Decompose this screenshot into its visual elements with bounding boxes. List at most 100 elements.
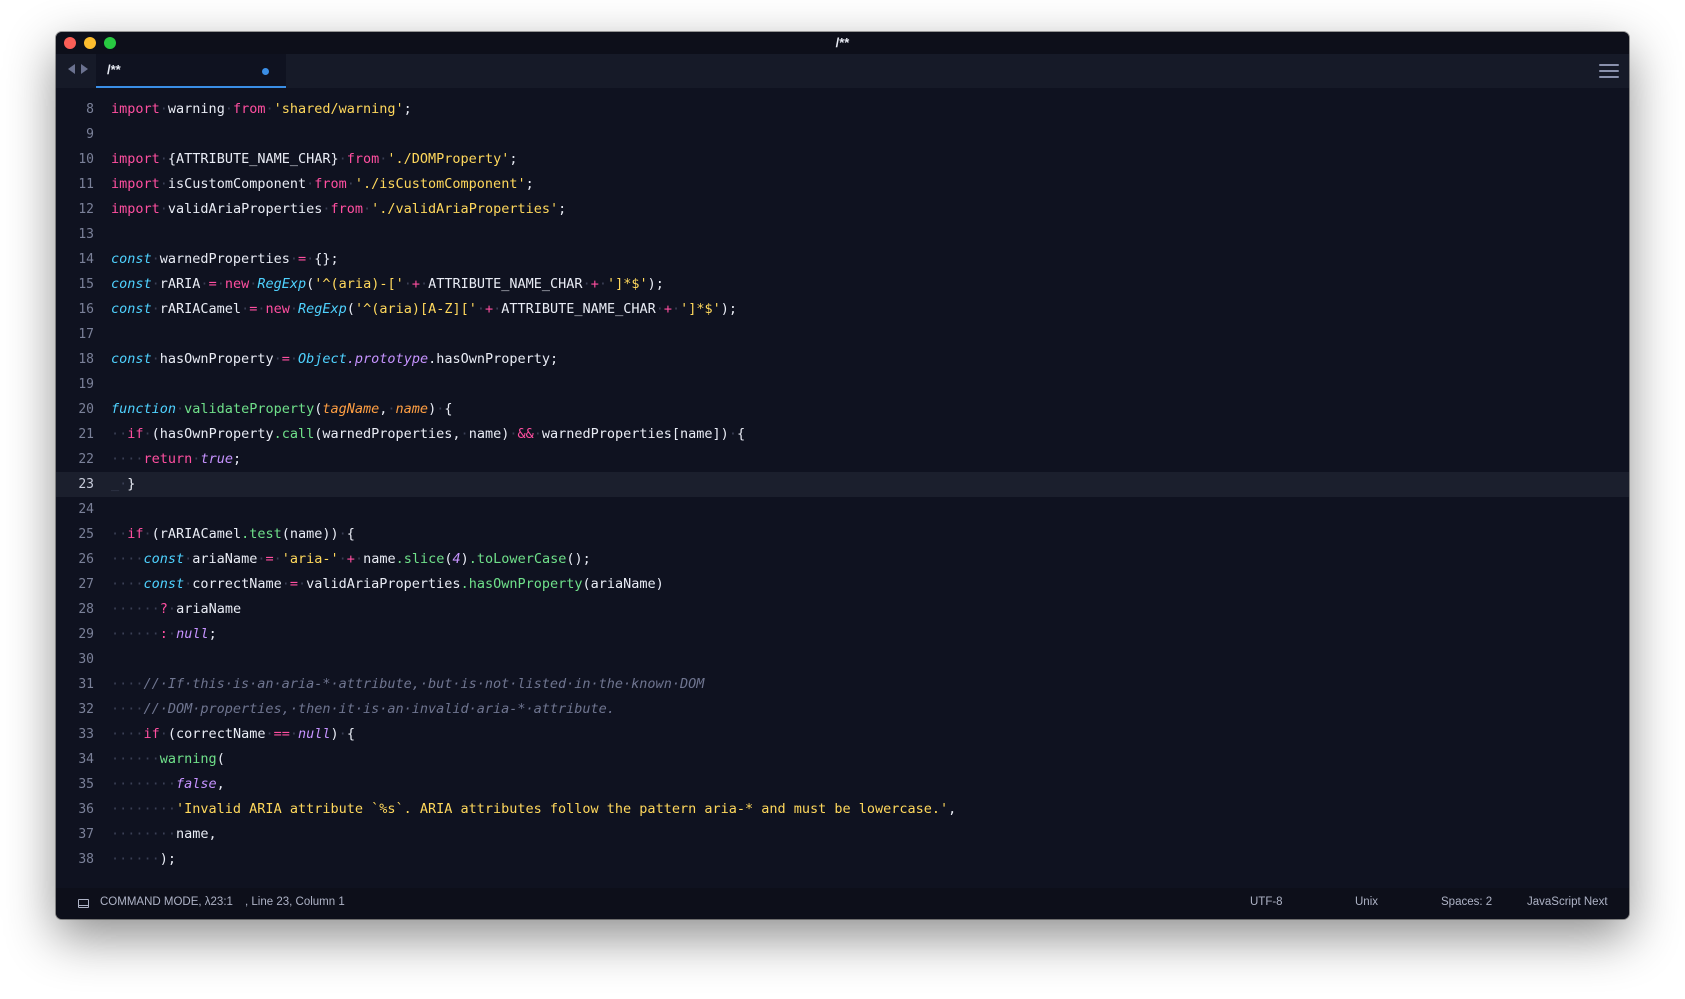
code-token: .test: [241, 526, 282, 542]
code-token: =: [289, 576, 298, 592]
status-position[interactable]: , Line 23, Column 1: [245, 896, 345, 908]
code-line[interactable]: 20 function·validateProperty(tagName,·nam…: [56, 397, 1629, 422]
code-text: ····const·correctName·=·validAriaPropert…: [111, 572, 664, 597]
code-line[interactable]: 10 import·{ATTRIBUTE_NAME_CHAR}·from·'./D…: [56, 147, 1629, 172]
code-token: ·: [476, 301, 485, 317]
code-token: import: [111, 151, 160, 167]
code-token: 'Invalid ARIA attribute `%s`. ARIA attri…: [176, 801, 949, 817]
code-token: ): [330, 726, 339, 742]
line-number: 8: [86, 102, 94, 117]
code-token: ··: [111, 526, 128, 542]
code-line[interactable]: 13: [56, 222, 1629, 247]
code-line[interactable]: 18 const·hasOwnProperty·=·Object.prototyp…: [56, 347, 1629, 372]
code-token: +: [411, 276, 420, 292]
code-line[interactable]: 17: [56, 322, 1629, 347]
code-lines: 8 import·warning·from·'shared/warning'; 9 1…: [56, 97, 1629, 872]
code-line[interactable]: 31 ····//·If·this·is·an·aria-*·attribute,…: [56, 672, 1629, 697]
code-line[interactable]: 35 ········false,: [56, 772, 1629, 797]
code-token: ;: [509, 151, 518, 167]
code-token: rARIACamel: [159, 301, 242, 317]
code-token: ·: [460, 426, 469, 442]
code-line[interactable]: 8 import·warning·from·'shared/warning';: [56, 97, 1629, 122]
code-token: validAriaProperties: [306, 576, 461, 592]
line-number: 12: [78, 202, 94, 217]
code-token: {: [346, 526, 355, 542]
code-token: ······: [111, 601, 160, 617]
code-editor[interactable]: 8 import·warning·from·'shared/warning'; 9 1…: [56, 88, 1629, 914]
line-number: 20: [78, 402, 94, 417]
code-text: function·validateProperty(tagName,·name)…: [111, 397, 452, 422]
code-line[interactable]: 9: [56, 122, 1629, 147]
code-token: ·: [289, 351, 298, 367]
code-token: );: [647, 276, 664, 292]
code-line[interactable]: 15 const·rARIA·=·new·RegExp('^(aria)-['·+…: [56, 272, 1629, 297]
code-line[interactable]: 27 ····const·correctName·=·validAriaPrope…: [56, 572, 1629, 597]
code-token: ariaName: [192, 551, 258, 567]
back-arrow-icon[interactable]: [68, 64, 75, 74]
status-indentation[interactable]: Spaces: 2: [1441, 896, 1492, 908]
code-line[interactable]: 11 import·isCustomComponent·from·'./isCus…: [56, 172, 1629, 197]
code-token: ·: [281, 576, 290, 592]
code-line[interactable]: 30: [56, 647, 1629, 672]
code-line[interactable]: 22 ····return·true;: [56, 447, 1629, 472]
code-line[interactable]: 26 ····const·ariaName·=·'aria-'·+·name.sl…: [56, 547, 1629, 572]
console-icon[interactable]: [78, 899, 89, 908]
code-token: ·: [387, 401, 396, 417]
code-token: null: [176, 626, 209, 642]
code-line[interactable]: 21 ··if·(hasOwnProperty.call(warnedProper…: [56, 422, 1629, 447]
code-token: warning: [167, 101, 225, 117]
forward-arrow-icon[interactable]: [81, 64, 88, 74]
code-token: return: [143, 451, 193, 467]
line-number: 14: [78, 252, 94, 267]
code-token: .: [346, 351, 355, 367]
code-text: ······?·ariaName: [111, 597, 241, 622]
code-token: {};: [314, 251, 339, 267]
code-line[interactable]: 16 const·rARIACamel·=·new·RegExp('^(aria)…: [56, 297, 1629, 322]
code-line[interactable]: 29 ······:·null;: [56, 622, 1629, 647]
line-number: 37: [78, 827, 94, 842]
code-line[interactable]: 32 ····//·DOM·properties,·then·it·is·an·i…: [56, 697, 1629, 722]
code-token: .: [428, 351, 437, 367]
code-token: './validAriaProperties': [371, 201, 559, 217]
hamburger-menu-icon[interactable]: [1599, 64, 1619, 79]
code-line[interactable]: 38 ······);: [56, 847, 1629, 872]
code-token: ·: [176, 401, 185, 417]
code-token: hasOwnProperty;: [436, 351, 559, 367]
code-line[interactable]: 34 ······warning(: [56, 747, 1629, 772]
code-line[interactable]: 14 const·warnedProperties·=·{};: [56, 247, 1629, 272]
code-token: {: [736, 426, 746, 442]
code-token: RegExp: [257, 276, 307, 292]
line-number: 28: [78, 602, 94, 617]
code-text: ··if·(hasOwnProperty.call(warnedProperti…: [111, 422, 745, 447]
code-token: const: [143, 551, 185, 567]
code-line[interactable]: 36 ········'Invalid ARIA attribute `%s`. …: [56, 797, 1629, 822]
code-line[interactable]: 37 ········name,: [56, 822, 1629, 847]
status-syntax[interactable]: JavaScript Next: [1527, 896, 1608, 908]
code-token: ·: [273, 351, 282, 367]
code-token: if: [127, 526, 144, 542]
code-line[interactable]: 23 _·}: [56, 472, 1629, 497]
code-line[interactable]: 28 ······?·ariaName: [56, 597, 1629, 622]
tab-file[interactable]: /**: [96, 54, 286, 88]
code-token: &&: [517, 426, 534, 442]
code-token: from: [346, 151, 380, 167]
line-number: 35: [78, 777, 94, 792]
status-line-endings[interactable]: Unix: [1355, 896, 1378, 908]
code-token: :: [159, 626, 168, 642]
code-token: (correctName: [167, 726, 266, 742]
code-line[interactable]: 25 ··if·(rARIACamel.test(name))·{: [56, 522, 1629, 547]
status-encoding[interactable]: UTF-8: [1250, 896, 1283, 908]
code-token: =: [208, 276, 217, 292]
code-token: tagName: [322, 401, 380, 417]
code-text: ········name,: [111, 822, 217, 847]
code-line[interactable]: 19: [56, 372, 1629, 397]
code-token: (name)): [281, 526, 339, 542]
code-line[interactable]: 12 import·validAriaProperties·from·'./val…: [56, 197, 1629, 222]
code-text: ····if·(correctName·==·null)·{: [111, 722, 355, 747]
code-token: =: [297, 251, 307, 267]
code-token: ): [428, 401, 437, 417]
code-line[interactable]: 33 ····if·(correctName·==·null)·{: [56, 722, 1629, 747]
code-line[interactable]: 24: [56, 497, 1629, 522]
code-token: ····: [111, 676, 144, 692]
code-token: ): [460, 551, 469, 567]
